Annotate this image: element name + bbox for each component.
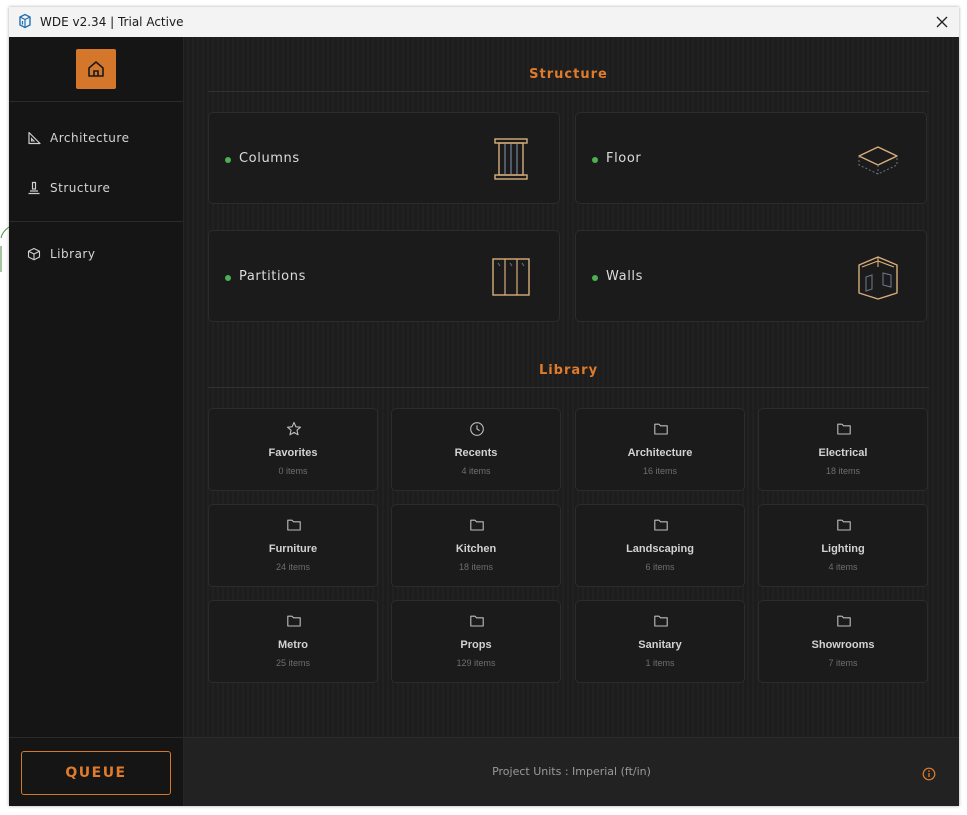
column-icon (494, 138, 528, 180)
tile-count: 7 items (828, 658, 858, 668)
partition-icon (492, 258, 530, 296)
tile-count: 25 items (275, 658, 310, 668)
tile-count: 0 items (278, 466, 308, 476)
library-tile-electrical[interactable]: Electrical 18 items (758, 408, 928, 491)
library-tile-recents[interactable]: Recents 4 items (391, 408, 561, 491)
home-icon (88, 61, 104, 77)
library-tile-kitchen[interactable]: Kitchen 18 items (391, 504, 561, 587)
library-tile-lighting[interactable]: Lighting 4 items (758, 504, 928, 587)
sidebar-item-architecture[interactable]: Architecture (27, 127, 129, 149)
status-dot (225, 157, 231, 163)
sidebar-item-label: Library (50, 247, 96, 261)
title-bar: WDE v2.34 | Trial Active (9, 7, 959, 37)
library-tile-favorites[interactable]: Favorites 0 items (208, 408, 378, 491)
folder-icon (287, 519, 301, 531)
tile-count: 129 items (456, 658, 496, 668)
info-icon (922, 767, 936, 781)
structure-card-floor[interactable]: Floor (575, 112, 927, 204)
sidebar-divider (9, 101, 183, 102)
set-square-icon (28, 131, 41, 145)
sidebar: Architecture Structure Library QUEUE (9, 37, 184, 806)
tile-name: Favorites (268, 447, 318, 459)
window-title: WDE v2.34 | Trial Active (40, 15, 184, 29)
library-tile-props[interactable]: Props 129 items (391, 600, 561, 683)
sidebar-item-structure[interactable]: Structure (27, 177, 110, 199)
tile-name: Landscaping (626, 543, 694, 555)
tile-count: 18 items (825, 466, 860, 476)
star-icon (286, 421, 302, 436)
sidebar-divider (9, 221, 183, 222)
folder-icon (837, 519, 851, 531)
tile-name: Furniture (268, 543, 318, 555)
tile-count: 18 items (458, 562, 493, 572)
folder-icon (654, 519, 668, 531)
folder-icon (654, 423, 668, 435)
background-artifact (0, 226, 9, 272)
sidebar-item-label: Structure (50, 181, 111, 195)
folder-icon (654, 615, 668, 627)
floor-plane-icon (858, 146, 898, 175)
tile-name: Lighting (821, 543, 865, 555)
structure-card-columns[interactable]: Columns (208, 112, 560, 204)
project-units-label: Project Units : Imperial (ft/in) (492, 765, 651, 778)
folder-icon (470, 615, 484, 627)
tile-name: Recents (454, 447, 498, 459)
queue-button[interactable]: QUEUE (21, 751, 171, 795)
tile-count: 1 items (645, 658, 675, 668)
library-section-title: Library (538, 363, 599, 378)
status-dot (592, 157, 598, 163)
tile-name: Electrical (818, 447, 868, 459)
tile-count: 6 items (645, 562, 675, 572)
tile-name: Architecture (627, 447, 693, 459)
tile-name: Kitchen (455, 543, 497, 555)
folder-icon (837, 615, 851, 627)
library-tile-furniture[interactable]: Furniture 24 items (208, 504, 378, 587)
tile-count: 4 items (828, 562, 858, 572)
tile-name: Sanitary (638, 639, 682, 651)
clock-icon (470, 422, 484, 436)
library-tile-landscaping[interactable]: Landscaping 6 items (575, 504, 745, 587)
info-button[interactable] (922, 767, 936, 781)
structure-section-title: Structure (529, 67, 608, 82)
section-divider (208, 91, 929, 92)
status-dot (225, 275, 231, 281)
folder-icon (837, 423, 851, 435)
sidebar-item-library[interactable]: Library (27, 243, 95, 265)
structure-card-walls[interactable]: Walls (575, 230, 927, 322)
close-button[interactable] (931, 11, 953, 33)
card-label: Walls (606, 269, 643, 284)
cube-icon (27, 247, 41, 261)
home-button[interactable] (76, 49, 116, 89)
tile-count: 24 items (275, 562, 310, 572)
sidebar-item-label: Architecture (50, 131, 130, 145)
walls-icon (858, 256, 898, 300)
folder-icon (287, 615, 301, 627)
library-tile-architecture[interactable]: Architecture 16 items (575, 408, 745, 491)
card-label: Columns (239, 151, 300, 166)
lamp-base-icon (28, 181, 40, 195)
app-window: WDE v2.34 | Trial Active Architecture St… (9, 7, 959, 806)
tile-count: 4 items (461, 466, 491, 476)
status-bar: Project Units : Imperial (ft/in) (184, 737, 959, 806)
library-tile-metro[interactable]: Metro 25 items (208, 600, 378, 683)
tile-name: Showrooms (811, 639, 875, 651)
structure-card-partitions[interactable]: Partitions (208, 230, 560, 322)
library-tile-sanitary[interactable]: Sanitary 1 items (575, 600, 745, 683)
sketchup-logo-icon (19, 13, 31, 29)
queue-panel: QUEUE (9, 737, 183, 806)
folder-icon (470, 519, 484, 531)
tile-name: Props (460, 639, 492, 651)
library-tile-showrooms[interactable]: Showrooms 7 items (758, 600, 928, 683)
tile-count: 16 items (642, 466, 677, 476)
tile-name: Metro (278, 639, 308, 651)
section-divider (208, 387, 929, 388)
status-dot (592, 275, 598, 281)
card-label: Floor (606, 151, 642, 166)
card-label: Partitions (239, 269, 306, 284)
close-icon (936, 16, 948, 28)
main-content: Structure Columns Floor Partitions Walls… (184, 37, 959, 737)
